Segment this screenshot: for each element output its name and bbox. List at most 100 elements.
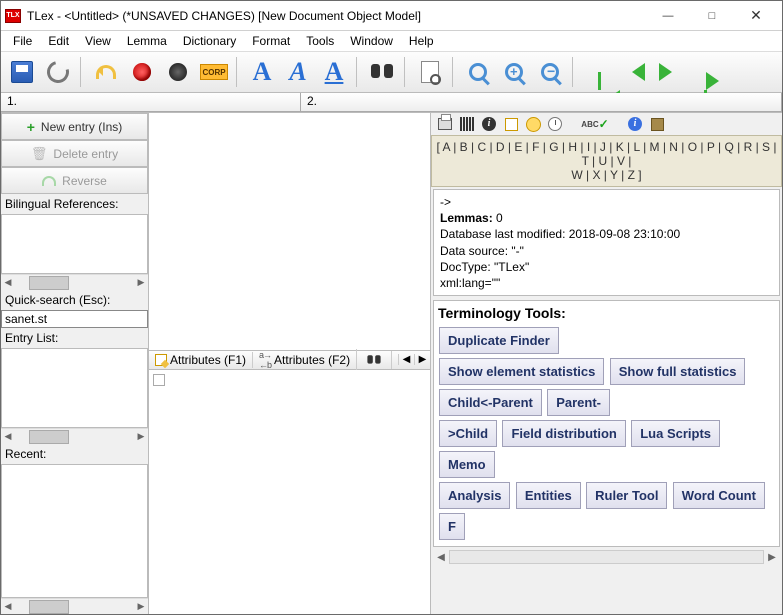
quick-search-label: Quick-search (Esc): (1, 290, 148, 310)
attributes-tab-f1[interactable]: Attributes (F1) (149, 352, 253, 368)
barcode-icon (460, 117, 474, 131)
attributes-find[interactable] (357, 351, 392, 369)
barcode-button[interactable] (459, 116, 475, 132)
attr-nav: ◀ ▶ (398, 354, 430, 365)
right-scrollbar[interactable]: ◀▶ (433, 549, 780, 565)
f-button[interactable]: F (439, 513, 465, 540)
show-element-stats-button[interactable]: Show element statistics (439, 358, 604, 385)
check-icon: ✓ (599, 117, 609, 131)
recent-scrollbar[interactable]: ◀▶ (1, 598, 148, 614)
reverse-button[interactable]: Reverse (1, 167, 148, 194)
corp-button[interactable]: CORP (197, 55, 231, 89)
zoom-in-button[interactable] (497, 55, 531, 89)
print-icon (438, 118, 452, 130)
zoom-in-icon (505, 63, 523, 81)
italic-button[interactable]: A (281, 55, 315, 89)
preview-button[interactable] (413, 55, 447, 89)
duplicate-finder-button[interactable]: Duplicate Finder (439, 327, 559, 354)
menu-help[interactable]: Help (401, 32, 442, 50)
biling-scrollbar[interactable]: ◀▶ (1, 274, 148, 290)
editor-area[interactable] (149, 113, 430, 350)
terminology-tools-panel: Terminology Tools: Duplicate Finder Show… (433, 300, 780, 547)
memo-button[interactable]: Memo (439, 451, 495, 478)
underline-button[interactable]: A (317, 55, 351, 89)
info-button[interactable]: i (627, 116, 643, 132)
bilingual-refs-box[interactable] (1, 214, 148, 274)
nav-next-button[interactable] (653, 55, 687, 89)
menu-view[interactable]: View (77, 32, 119, 50)
spellcheck-button[interactable]: ABC✓ (587, 116, 603, 132)
seal-black-button[interactable] (161, 55, 195, 89)
menu-file[interactable]: File (5, 32, 40, 50)
menu-dictionary[interactable]: Dictionary (175, 32, 244, 50)
reverse-label: Reverse (62, 174, 107, 188)
attributes-panel[interactable] (149, 370, 430, 615)
nav-prev-button[interactable] (617, 55, 651, 89)
reload-button[interactable] (41, 55, 75, 89)
zoom-reset-button[interactable] (461, 55, 495, 89)
toolbar-separator (80, 57, 84, 87)
binoculars-icon (371, 64, 393, 80)
show-full-stats-button[interactable]: Show full statistics (610, 358, 746, 385)
abc-icon: ABC (581, 120, 598, 129)
parent-button[interactable]: Parent- (547, 389, 610, 416)
entities-button[interactable]: Entities (516, 482, 581, 509)
title-bar: TLX TLex - <Untitled> (*UNSAVED CHANGES)… (1, 1, 782, 31)
minimize-button[interactable]: — (646, 2, 690, 30)
box-icon (651, 118, 664, 131)
toolbar-separator (404, 57, 408, 87)
find-button[interactable] (365, 55, 399, 89)
menu-format[interactable]: Format (244, 32, 298, 50)
save-button[interactable] (5, 55, 39, 89)
xmllang-line: xml:lang="" (440, 275, 773, 291)
bilingual-refs-label: Bilingual References: (1, 194, 148, 214)
analysis-button[interactable]: Analysis (439, 482, 510, 509)
menu-tools[interactable]: Tools (298, 32, 342, 50)
menu-edit[interactable]: Edit (40, 32, 77, 50)
bold-button[interactable]: A (245, 55, 279, 89)
nav-last-button[interactable] (689, 55, 723, 89)
entry-list-scrollbar[interactable]: ◀▶ (1, 428, 148, 444)
alphabet-strip[interactable]: [ A | B | C | D | E | F | G | H | I | J … (431, 135, 782, 187)
app-icon: TLX (5, 9, 21, 23)
zoom-out-button[interactable] (533, 55, 567, 89)
face-button[interactable] (525, 116, 541, 132)
main-toolbar: CORP A A A (1, 51, 782, 93)
zoom-icon (469, 63, 487, 81)
child-button[interactable]: >Child (439, 420, 497, 447)
entry-list-box[interactable] (1, 348, 148, 428)
lua-scripts-button[interactable]: Lua Scripts (631, 420, 720, 447)
lemmas-line: Lemmas: 0 (440, 210, 773, 226)
nav-first-button[interactable] (581, 55, 615, 89)
word-count-button[interactable]: Word Count (673, 482, 765, 509)
seal-red-button[interactable] (125, 55, 159, 89)
column-header-1[interactable]: 1. (1, 93, 301, 112)
font-a-italic-icon: A (289, 57, 306, 87)
delete-entry-button[interactable]: 🗑 Delete entry (1, 140, 148, 167)
seal-black-icon (169, 63, 187, 81)
attributes-tab-f2[interactable]: a→←bAttributes (F2) (253, 349, 357, 371)
info-dark-button[interactable]: i (481, 116, 497, 132)
attr-nav-next[interactable]: ▶ (414, 354, 430, 365)
attr-checkbox[interactable] (153, 374, 165, 386)
right-panel: i ABC✓ i [ A | B | C | D | E | F | G | H… (431, 113, 782, 614)
quick-search-input[interactable] (1, 310, 148, 328)
field-distribution-button[interactable]: Field distribution (502, 420, 625, 447)
print-button[interactable] (437, 116, 453, 132)
info-arrow: -> (440, 194, 773, 210)
edit-button[interactable] (503, 116, 519, 132)
attr-nav-prev[interactable]: ◀ (398, 354, 414, 365)
column-header-2[interactable]: 2. (301, 93, 782, 112)
child-parent-button[interactable]: Child<-Parent (439, 389, 542, 416)
recent-box[interactable] (1, 464, 148, 598)
middle-panel: Attributes (F1) a→←bAttributes (F2) ◀ ▶ (149, 113, 431, 614)
ruler-tool-button[interactable]: Ruler Tool (586, 482, 667, 509)
menu-window[interactable]: Window (342, 32, 401, 50)
undo-button[interactable] (89, 55, 123, 89)
new-entry-button[interactable]: + New entry (Ins) (1, 113, 148, 140)
clock-button[interactable] (547, 116, 563, 132)
menu-lemma[interactable]: Lemma (119, 32, 175, 50)
maximize-button[interactable]: □ (690, 2, 734, 30)
package-button[interactable] (649, 116, 665, 132)
close-button[interactable]: ✕ (734, 2, 778, 30)
